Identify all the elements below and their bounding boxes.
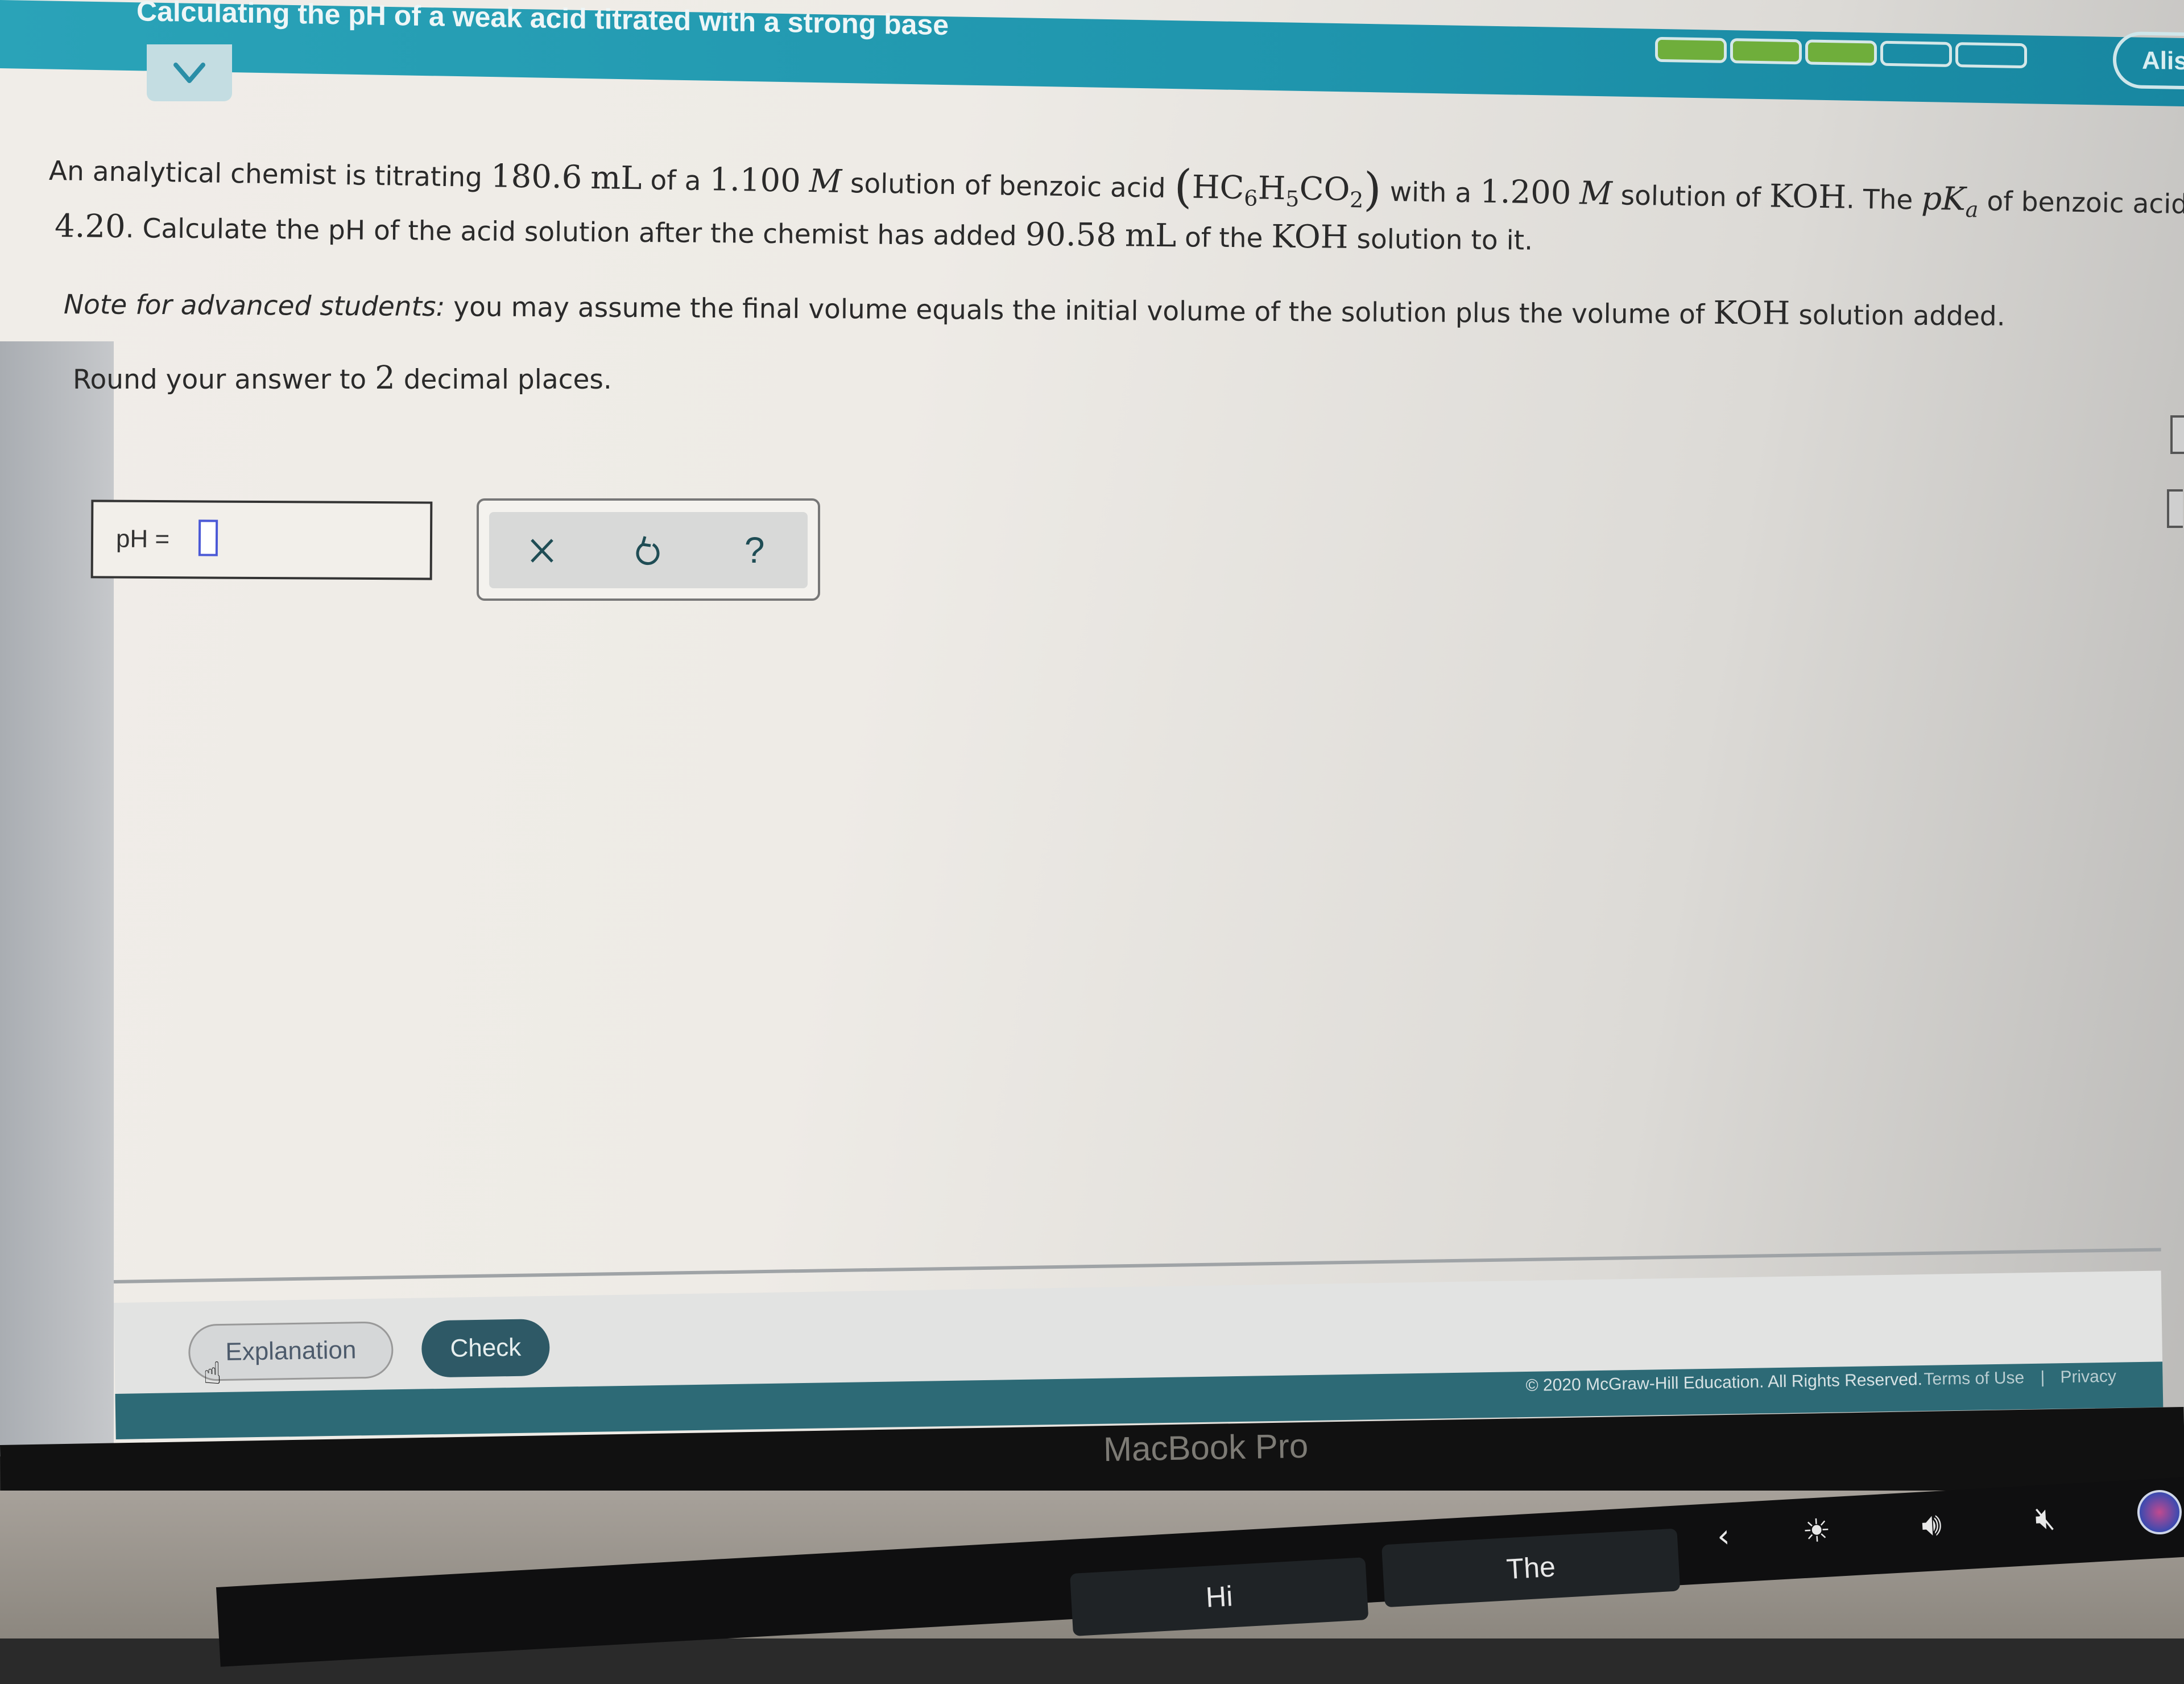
chevron-left-icon[interactable]: ‹	[1716, 1517, 1731, 1555]
privacy-link[interactable]: Privacy	[2060, 1367, 2116, 1388]
note-text: solution added.	[1798, 299, 2005, 332]
screen: Calculating the pH of a weak acid titrat…	[0, 0, 2184, 1456]
progress-segment	[1955, 42, 2027, 69]
chemical-formula: HC6H5CO2	[1192, 168, 1364, 213]
question-text: of benzoic acid is	[1987, 185, 2184, 221]
progress-bar	[1655, 36, 2027, 69]
question-text: with a	[1389, 176, 1472, 209]
progress-segment	[1880, 40, 1952, 67]
base-volume: 90.58	[1025, 216, 1117, 254]
advanced-note: Note for advanced students: you may assu…	[64, 284, 2005, 333]
paren-open: (	[1173, 160, 1193, 213]
side-panel-icon[interactable]	[2167, 489, 2183, 528]
molar-symbol: M	[809, 163, 842, 200]
question-text: Round your answer to	[73, 364, 367, 395]
footer-bar: Explanation ☝ Check © 2020 McGraw-Hill E…	[114, 1270, 2164, 1439]
question-text: solution to it.	[1356, 223, 1533, 257]
collapse-toggle[interactable]	[147, 44, 232, 101]
unit: mL	[1124, 217, 1177, 255]
acid-volume: 180.6	[490, 158, 582, 196]
note-text: you may assume the final volume equals t…	[453, 291, 1705, 331]
question-text: solution of	[1620, 180, 1761, 214]
terms-of-use-link[interactable]: Terms of Use	[1924, 1368, 2024, 1389]
copyright-text: © 2020 McGraw-Hill Education. All Rights…	[1525, 1370, 1923, 1396]
side-panel-icon[interactable]	[2170, 415, 2184, 454]
question-text: . The	[1846, 183, 1913, 216]
check-button[interactable]: Check	[421, 1318, 551, 1378]
chevron-down-icon	[173, 63, 205, 83]
base-name: KOH	[1271, 218, 1349, 256]
top-header: Calculating the pH of a weak acid titrat…	[0, 0, 2184, 107]
hand-cursor-icon: ☝	[202, 1355, 222, 1392]
topic-title: Calculating the pH of a weak acid titrat…	[136, 0, 949, 42]
base-molarity: 1.200	[1479, 173, 1571, 212]
question-text: solution of benzoic acid	[850, 168, 1166, 204]
clear-button[interactable]	[514, 522, 570, 579]
volume-icon[interactable]: 🔊︎	[1921, 1506, 1943, 1545]
answer-box: pH =	[90, 500, 433, 580]
question-text: An analytical chemist is titrating	[48, 155, 483, 193]
pka-value: 4.20	[54, 208, 126, 246]
footer-separator: |	[2040, 1368, 2045, 1387]
question-text: of a	[650, 164, 701, 197]
base-name: KOH	[1713, 294, 1790, 332]
unit: mL	[590, 159, 643, 197]
siri-icon[interactable]	[2136, 1488, 2183, 1536]
ph-answer-input[interactable]	[198, 519, 218, 556]
rounding-instruction: Round your answer to 2 decimal places.	[73, 360, 612, 397]
note-label: Note for advanced students:	[63, 289, 445, 323]
question-text: of the	[1184, 222, 1263, 254]
progress-segment	[1655, 36, 1727, 63]
question-line-2: 4.20. Calculate the pH of the acid solut…	[55, 208, 1533, 258]
paren-close: )	[1363, 163, 1382, 216]
acid-molarity: 1.100	[709, 161, 801, 200]
question-text: . Calculate the pH of the acid solution …	[125, 213, 1017, 252]
bezel-label: MacBook Pro	[1103, 1426, 1309, 1469]
answer-label: pH =	[115, 525, 170, 554]
question-text: decimal places.	[403, 364, 612, 395]
mute-icon[interactable]: 🔇︎	[2034, 1499, 2056, 1538]
brightness-icon[interactable]: ☀	[1801, 1512, 1832, 1550]
pka-symbol: pKa	[1921, 180, 1979, 222]
help-button[interactable]: ?	[726, 522, 783, 579]
close-icon	[531, 539, 554, 563]
base-name: KOH	[1769, 178, 1847, 216]
round-digits: 2	[375, 360, 395, 397]
progress-segment	[1805, 39, 1877, 66]
progress-segment	[1730, 38, 1802, 65]
answer-tools: ?	[477, 498, 820, 601]
undo-button[interactable]	[620, 522, 677, 579]
user-menu[interactable]: Alis	[2113, 31, 2184, 90]
undo-icon	[636, 536, 660, 566]
molar-symbol: M	[1579, 175, 1613, 213]
